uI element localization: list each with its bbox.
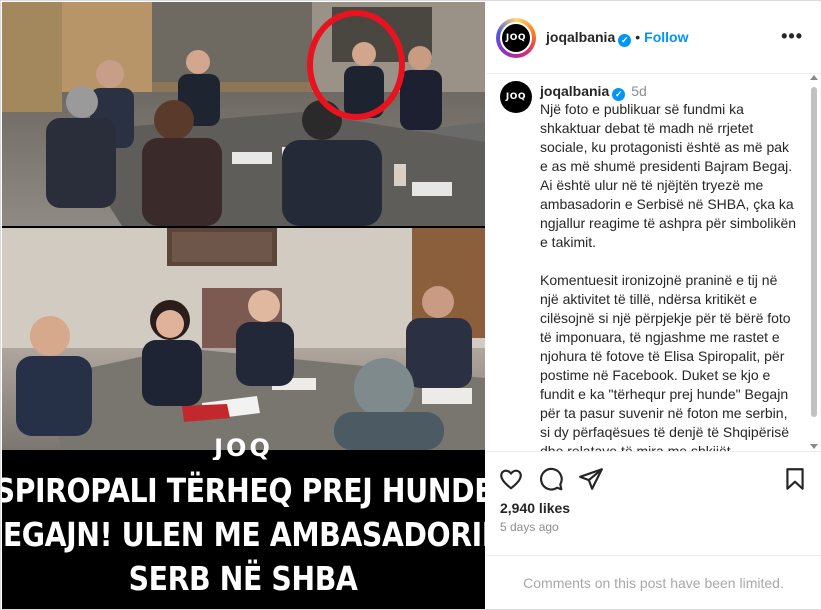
comment-icon[interactable] — [538, 466, 564, 492]
media-headline: SPIROPALI TËRHEQ PREJ HUNDE BEGAJN! ULEN… — [2, 460, 485, 609]
caption-avatar[interactable]: JOQ — [500, 81, 532, 113]
action-bar: 2,940 likes 5 days ago — [486, 451, 821, 561]
post-side-panel: JOQ joqalbania ✓ • Follow ••• JOQ joqalbani… — [486, 2, 821, 609]
scroll-up-icon[interactable] — [810, 75, 818, 80]
follow-button[interactable]: Follow — [644, 29, 688, 45]
heart-icon[interactable] — [498, 466, 524, 492]
caption-text: Një foto e publikuar së fundmi ka shkakt… — [540, 100, 798, 451]
scroll-down-icon[interactable] — [810, 444, 818, 449]
header-username[interactable]: joqalbania — [546, 29, 615, 45]
comments-limited-text: Comments on this post have been limited. — [523, 574, 784, 591]
more-options-icon[interactable]: ••• — [781, 26, 803, 47]
headline-line-1: SPIROPALI TËRHEQ PREJ HUNDE — [2, 470, 485, 510]
separator-dot: • — [635, 29, 641, 45]
caption-paragraph-2: Komentuesit ironizojnë praninë e tij në … — [540, 272, 791, 451]
caption-scrollbar[interactable] — [809, 75, 819, 451]
headline-line-3: SERB NË SHBA — [129, 558, 358, 598]
caption-area[interactable]: JOQ joqalbania ✓ 5d Një foto e publikuar s… — [486, 75, 821, 451]
photo-top-illustration — [2, 2, 485, 226]
caption-time: 5d — [631, 83, 647, 99]
post-media[interactable]: JOQ SPIROPALI TËRHEQ PREJ HUNDE BEGAJN! … — [2, 2, 485, 609]
post-dialog: JOQ SPIROPALI TËRHEQ PREJ HUNDE BEGAJN! … — [0, 0, 821, 610]
photo-meeting-bottom — [2, 228, 485, 450]
avatar: JOQ — [500, 22, 532, 54]
header-username-row: joqalbania ✓ • Follow — [546, 29, 688, 47]
caption-paragraph-1: Një foto e publikuar së fundmi ka shkakt… — [540, 101, 797, 250]
likes-count[interactable]: 2,940 likes — [500, 500, 570, 516]
bookmark-icon[interactable] — [782, 466, 808, 492]
photo-bottom-illustration — [2, 228, 485, 450]
photo-meeting-top — [2, 2, 485, 226]
caption-username[interactable]: joqalbania — [540, 83, 609, 99]
post-date[interactable]: 5 days ago — [500, 520, 559, 534]
share-icon[interactable] — [578, 466, 604, 492]
story-ring[interactable]: JOQ — [496, 18, 536, 58]
verified-badge-icon: ✓ — [618, 34, 632, 47]
joq-watermark: JOQ — [214, 434, 273, 462]
caption-username-row: joqalbania ✓ 5d — [540, 83, 647, 101]
scroll-thumb[interactable] — [811, 87, 817, 417]
comments-limited-bar: Comments on this post have been limited. — [486, 555, 821, 609]
headline-line-2: BEGAJN! ULEN ME AMBASADORIN — [2, 514, 485, 554]
post-header: JOQ joqalbania ✓ • Follow ••• — [486, 2, 821, 74]
